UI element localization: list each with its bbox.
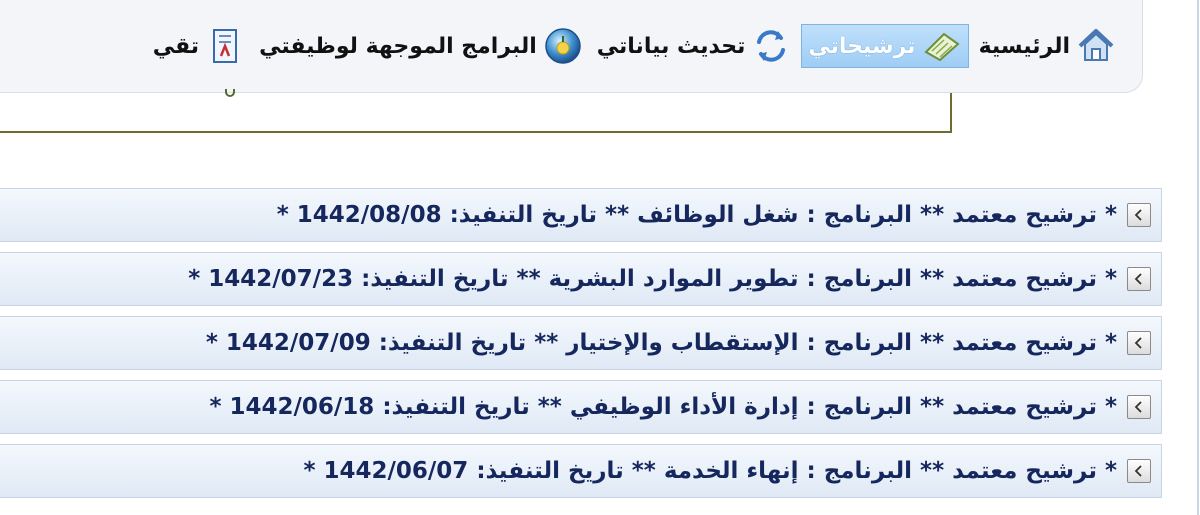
nomination-description: * ترشيح معتمد ** البرنامج : إدارة الأداء… bbox=[374, 394, 1117, 420]
nomination-tail: * bbox=[276, 202, 297, 228]
chevron-left-icon bbox=[1134, 337, 1142, 349]
chevron-left-icon bbox=[1134, 209, 1142, 221]
nav-item-label: الرئيسية bbox=[978, 33, 1070, 59]
document-icon bbox=[923, 32, 960, 62]
expand-button[interactable] bbox=[1127, 203, 1151, 227]
expand-button[interactable] bbox=[1127, 267, 1151, 291]
nav-item-nominations[interactable]: ترشيحاتي bbox=[801, 24, 969, 68]
execution-date: 1442/07/09 bbox=[225, 330, 371, 356]
list-item[interactable]: * ترشيح معتمد ** البرنامج : الإستقطاب وا… bbox=[0, 316, 1162, 370]
chevron-left-icon bbox=[1134, 273, 1142, 285]
expand-button[interactable] bbox=[1127, 331, 1151, 355]
nomination-text: * ترشيح معتمد ** البرنامج : إنهاء الخدمة… bbox=[303, 458, 1117, 484]
chevron-left-icon bbox=[1134, 401, 1142, 413]
top-nav-bar: الرئيسية ترشيحاتي تحديث بياناتي البرامج … bbox=[0, 0, 1143, 93]
nav-item-update-data[interactable]: تحديث بياناتي bbox=[593, 24, 796, 68]
list-item[interactable]: * ترشيح معتمد ** البرنامج : إدارة الأداء… bbox=[0, 380, 1162, 434]
nav-item-label: تحديث بياناتي bbox=[596, 33, 746, 59]
report-icon bbox=[213, 29, 238, 63]
globe-icon bbox=[545, 28, 581, 64]
nomination-description: * ترشيح معتمد ** البرنامج : إنهاء الخدمة… bbox=[468, 458, 1117, 484]
home-icon bbox=[1078, 29, 1114, 61]
nav-item-label: البرامج الموجهة لوظيفتي bbox=[259, 33, 537, 59]
nomination-text: * ترشيح معتمد ** البرنامج : الإستقطاب وا… bbox=[206, 330, 1117, 356]
nomination-text: * ترشيح معتمد ** البرنامج : إدارة الأداء… bbox=[209, 394, 1117, 420]
nav-item-targeted-programs[interactable]: البرامج الموجهة لوظيفتي bbox=[255, 24, 587, 68]
execution-date: 1442/08/08 bbox=[296, 202, 442, 228]
nomination-tail: * bbox=[303, 458, 324, 484]
nominations-list: * ترشيح معتمد ** البرنامج : شغل الوظائف … bbox=[0, 188, 1162, 508]
nomination-description: * ترشيح معتمد ** البرنامج : الإستقطاب وا… bbox=[370, 330, 1117, 356]
nav-item-label: تقي bbox=[152, 33, 200, 59]
nav-item-evaluation[interactable]: تقي bbox=[149, 24, 249, 68]
nomination-description: * ترشيح معتمد ** البرنامج : تطوير الموار… bbox=[353, 266, 1117, 292]
nomination-tail: * bbox=[209, 394, 230, 420]
nomination-text: * ترشيح معتمد ** البرنامج : شغل الوظائف … bbox=[277, 202, 1117, 228]
list-item[interactable]: * ترشيح معتمد ** البرنامج : شغل الوظائف … bbox=[0, 188, 1162, 242]
execution-date: 1442/06/07 bbox=[323, 458, 469, 484]
chevron-left-icon bbox=[1134, 465, 1142, 477]
expand-button[interactable] bbox=[1127, 459, 1151, 483]
nomination-tail: * bbox=[205, 330, 226, 356]
list-item[interactable]: * ترشيح معتمد ** البرنامج : إنهاء الخدمة… bbox=[0, 444, 1162, 498]
expand-button[interactable] bbox=[1127, 395, 1151, 419]
execution-date: 1442/07/23 bbox=[208, 266, 354, 292]
page-edge-divider bbox=[1197, 0, 1199, 515]
list-item[interactable]: * ترشيح معتمد ** البرنامج : تطوير الموار… bbox=[0, 252, 1162, 306]
nav-item-label: ترشيحاتي bbox=[808, 33, 916, 59]
nomination-text: * ترشيح معتمد ** البرنامج : تطوير الموار… bbox=[188, 266, 1117, 292]
nomination-tail: * bbox=[188, 266, 209, 292]
nomination-description: * ترشيح معتمد ** البرنامج : شغل الوظائف … bbox=[441, 202, 1117, 228]
execution-date: 1442/06/18 bbox=[229, 394, 375, 420]
refresh-icon bbox=[757, 30, 786, 62]
content-panel bbox=[0, 93, 952, 133]
nav-item-home[interactable]: الرئيسية bbox=[975, 24, 1120, 68]
